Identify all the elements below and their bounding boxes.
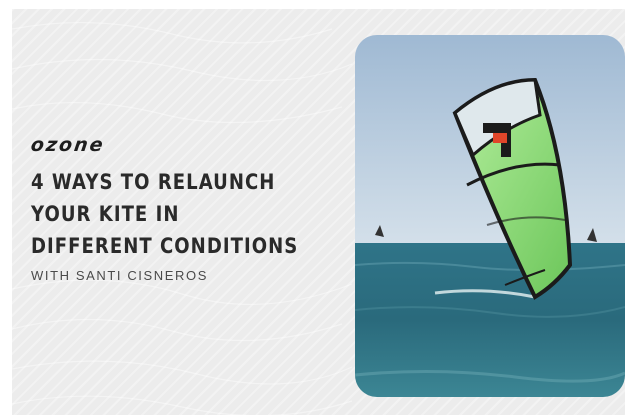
text-block: OZONE 4 WAYS TO RELAUNCH YOUR KITE IN DI… bbox=[29, 134, 351, 283]
byline: WITH SANTI CISNEROS bbox=[31, 268, 209, 283]
kite-photo bbox=[355, 35, 625, 397]
headline: 4 WAYS TO RELAUNCH YOUR KITE IN DIFFEREN… bbox=[31, 166, 349, 262]
headline-line-2: YOUR KITE IN bbox=[31, 202, 180, 226]
headline-line-3: DIFFERENT CONDITIONS bbox=[31, 234, 299, 258]
promo-card[interactable]: OZONE 4 WAYS TO RELAUNCH YOUR KITE IN DI… bbox=[12, 9, 625, 415]
headline-line-1: 4 WAYS TO RELAUNCH bbox=[31, 170, 276, 194]
ozone-logo: OZONE bbox=[29, 134, 107, 156]
